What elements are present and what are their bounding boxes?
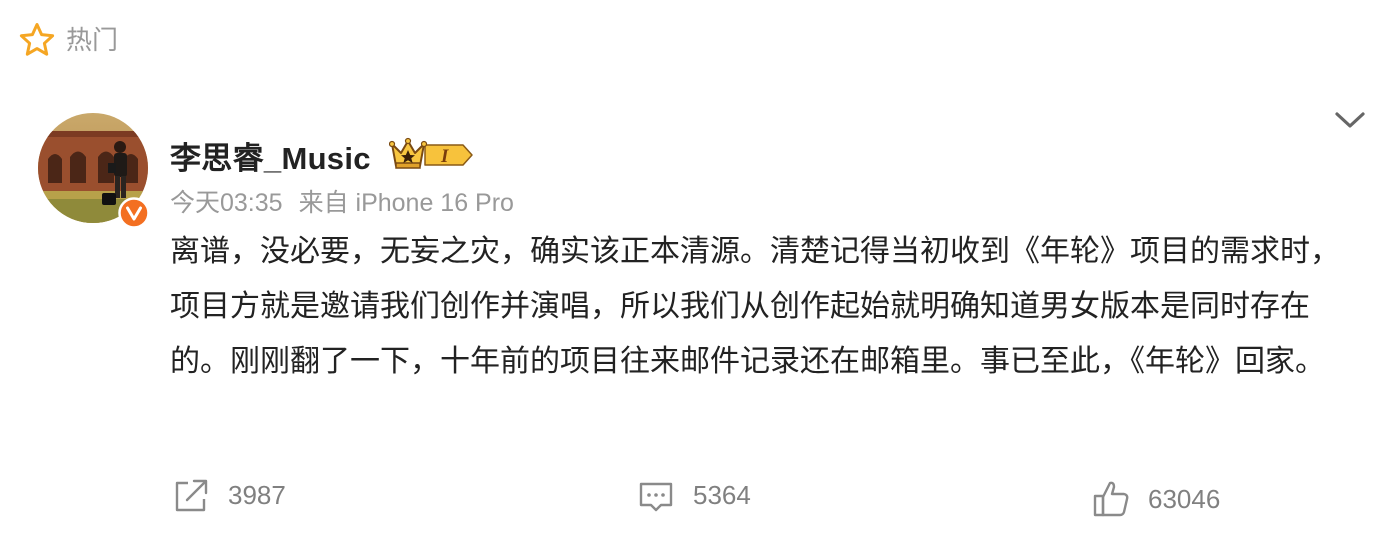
like-count: 63046 bbox=[1148, 483, 1221, 514]
repost-icon bbox=[172, 476, 210, 514]
verified-v-icon bbox=[118, 197, 150, 229]
post-meta: 今天03:35 来自 iPhone 16 Pro bbox=[170, 184, 514, 218]
comment-icon bbox=[637, 476, 675, 514]
post-text: 离谱，没必要，无妄之灾，确实该正本清源。清楚记得当初收到《年轮》项目的需求时，项… bbox=[170, 234, 1340, 379]
repost-count: 3987 bbox=[228, 479, 286, 510]
post-time[interactable]: 今天03:35 bbox=[170, 183, 283, 219]
vip-crown-badge-icon[interactable]: I bbox=[388, 136, 475, 174]
vip-level-text: I bbox=[440, 146, 449, 167]
author-row: 李思睿_Music I bbox=[170, 132, 475, 178]
post-actions-bar: 3987 5364 63046 bbox=[0, 470, 1392, 520]
post-source: 来自 iPhone 16 Pro bbox=[298, 189, 514, 217]
hot-label: 热门 bbox=[66, 25, 119, 55]
comment-button[interactable]: 5364 bbox=[637, 470, 751, 520]
star-outline-icon bbox=[18, 21, 56, 59]
repost-button[interactable]: 3987 bbox=[172, 470, 286, 520]
like-button[interactable]: 63046 bbox=[1092, 474, 1220, 524]
thumbs-up-icon bbox=[1092, 479, 1130, 519]
weibo-post-card: 热门 李思睿_Music I 今天03:35 来自 iPhone 16 Pro … bbox=[0, 0, 1392, 535]
author-name[interactable]: 李思睿_Music bbox=[170, 133, 371, 178]
comment-count: 5364 bbox=[693, 479, 751, 510]
chevron-down-icon[interactable] bbox=[1332, 106, 1368, 134]
hot-section-header: 热门 bbox=[18, 20, 118, 60]
